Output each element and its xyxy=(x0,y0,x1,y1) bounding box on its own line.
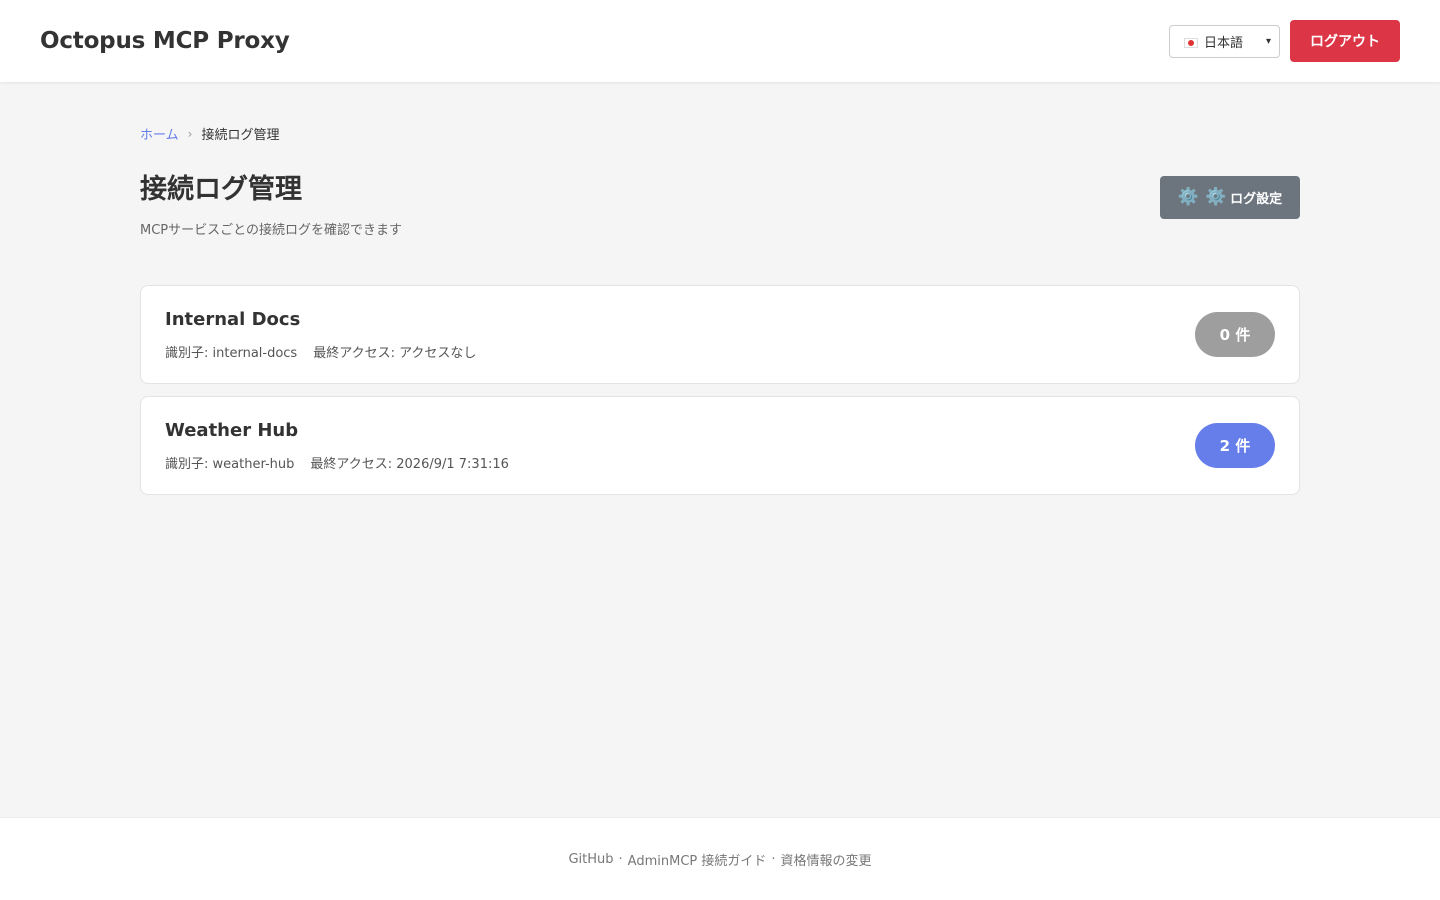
gear-icon: ⚙️ ⚙️ xyxy=(1177,187,1227,207)
log-count-badge: 2 件 xyxy=(1195,423,1275,468)
japan-flag-icon xyxy=(1184,38,1198,48)
breadcrumb-home-link[interactable]: ホーム xyxy=(140,124,179,143)
footer-separator: · xyxy=(618,851,623,867)
service-info: Internal Docs 識別子: internal-docs 最終アクセス:… xyxy=(165,309,476,361)
service-list: Internal Docs 識別子: internal-docs 最終アクセス:… xyxy=(140,285,1300,495)
service-card-internal-docs[interactable]: Internal Docs 識別子: internal-docs 最終アクセス:… xyxy=(140,285,1300,384)
service-identifier: 識別子: internal-docs xyxy=(165,345,298,361)
service-name: Internal Docs xyxy=(165,308,301,330)
header-actions: 日本語 ▾ ログアウト xyxy=(1169,20,1400,62)
log-settings-label: ログ設定 xyxy=(1230,192,1283,207)
breadcrumb-separator: › xyxy=(187,126,193,141)
service-last-access: 最終アクセス: 2026/9/1 7:31:16 xyxy=(310,456,509,472)
service-name: Weather Hub xyxy=(165,419,299,441)
service-last-access: 最終アクセス: アクセスなし xyxy=(313,345,477,361)
footer-link-connection-guide[interactable]: AdminMCP 接続ガイド xyxy=(628,850,767,869)
service-card-weather-hub[interactable]: Weather Hub 識別子: weather-hub 最終アクセス: 202… xyxy=(140,396,1300,495)
page-subtitle: MCPサービスごとの接続ログを確認できます xyxy=(140,223,403,238)
language-select[interactable]: 日本語 ▾ xyxy=(1169,24,1280,58)
breadcrumb: ホーム › 接続ログ管理 xyxy=(140,124,1300,144)
breadcrumb-current: 接続ログ管理 xyxy=(201,128,280,143)
logout-button[interactable]: ログアウト xyxy=(1290,20,1400,62)
footer-link-github[interactable]: GitHub xyxy=(568,852,613,867)
footer-link-change-credentials[interactable]: 資格情報の変更 xyxy=(781,850,872,869)
app-title: Octopus MCP Proxy xyxy=(40,28,290,54)
language-select-value: 日本語 xyxy=(1184,32,1243,51)
language-label: 日本語 xyxy=(1204,35,1244,51)
log-settings-button[interactable]: ⚙️ ⚙️ ログ設定 xyxy=(1160,176,1300,219)
service-identifier: 識別子: weather-hub xyxy=(165,456,295,472)
top-header: Octopus MCP Proxy 日本語 ▾ ログアウト xyxy=(0,0,1440,82)
service-meta: 識別子: internal-docs 最終アクセス: アクセスなし xyxy=(165,342,476,361)
main-content: ホーム › 接続ログ管理 接続ログ管理 MCPサービスごとの接続ログを確認できま… xyxy=(140,82,1300,495)
service-meta: 識別子: weather-hub 最終アクセス: 2026/9/1 7:31:1… xyxy=(165,453,509,472)
page-footer: GitHub · AdminMCP 接続ガイド · 資格情報の変更 xyxy=(0,817,1440,900)
chevron-down-icon: ▾ xyxy=(1265,35,1271,47)
log-count-badge: 0 件 xyxy=(1195,312,1275,357)
page-heading: 接続ログ管理 MCPサービスごとの接続ログを確認できます ⚙️ ⚙️ ログ設定 xyxy=(140,167,1300,253)
page-title: 接続ログ管理 xyxy=(140,174,302,205)
service-info: Weather Hub 識別子: weather-hub 最終アクセス: 202… xyxy=(165,420,509,472)
footer-separator: · xyxy=(771,851,776,867)
